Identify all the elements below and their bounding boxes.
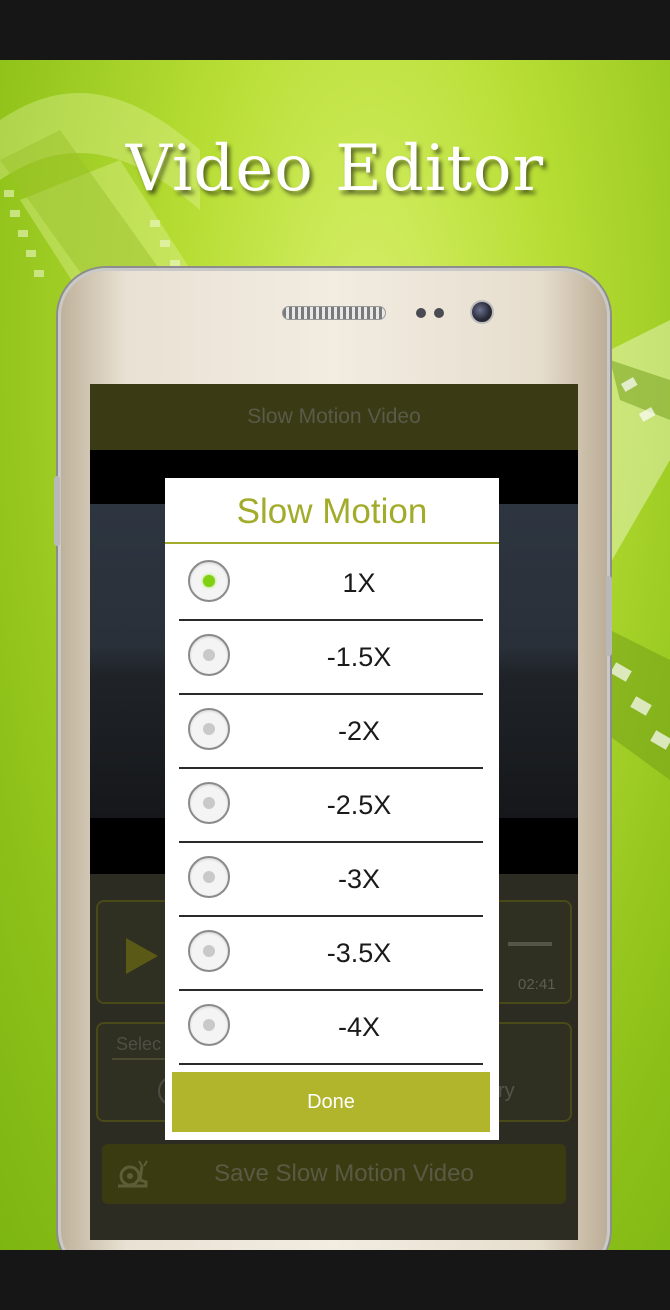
radio-icon[interactable] (188, 856, 230, 898)
radio-icon[interactable] (188, 634, 230, 676)
earpiece-speaker (282, 306, 386, 320)
light-sensor (434, 308, 444, 318)
speed-option-label: -2.5X (326, 790, 392, 820)
radio-icon[interactable] (188, 930, 230, 972)
done-button[interactable]: Done (172, 1072, 490, 1132)
app-header-title: Slow Motion Video (90, 384, 578, 450)
save-slow-motion-button[interactable]: Save Slow Motion Video (102, 1144, 566, 1204)
play-icon[interactable] (126, 938, 158, 974)
speed-option-minus-2-5x[interactable]: -2.5X (179, 768, 483, 843)
speed-option-minus-1-5x[interactable]: -1.5X (179, 620, 483, 695)
radio-icon[interactable] (188, 782, 230, 824)
speed-option-minus-3x[interactable]: -3X (179, 842, 483, 917)
promo-title: Video Editor (125, 132, 545, 206)
speed-option-label: -3X (337, 864, 381, 894)
power-button (606, 576, 612, 656)
select-panel-option-text: ry (498, 1080, 515, 1102)
speed-option-1x[interactable]: 1X (179, 546, 483, 621)
duration-label: 02:41 (518, 976, 556, 993)
speed-option-label: 1X (342, 568, 376, 598)
bottom-black-bar (0, 1250, 670, 1310)
option-divider (179, 1063, 483, 1065)
select-panel-label: Selec (116, 1034, 162, 1054)
speed-option-label: -3.5X (326, 938, 392, 968)
speed-option-minus-3-5x[interactable]: -3.5X (179, 916, 483, 991)
slow-motion-dialog: Slow Motion 1X -1.5X -2X -2.5X -3X -3.5X… (165, 478, 499, 1140)
speed-option-label: -2X (337, 716, 381, 746)
speed-option-minus-2x[interactable]: -2X (179, 694, 483, 769)
dialog-title-divider (165, 542, 499, 544)
radio-icon[interactable] (188, 708, 230, 750)
volume-button (54, 476, 60, 546)
speed-option-label: -1.5X (326, 642, 392, 672)
radio-icon[interactable] (188, 560, 230, 602)
dialog-title: Slow Motion (236, 492, 428, 531)
save-button-label: Save Slow Motion Video (214, 1160, 474, 1187)
radio-icon[interactable] (188, 1004, 230, 1046)
proximity-sensor (416, 308, 426, 318)
speed-option-label: -4X (337, 1012, 381, 1042)
top-black-bar (0, 0, 670, 60)
speed-option-minus-4x[interactable]: -4X (179, 990, 483, 1065)
front-camera-icon (470, 300, 494, 324)
seek-bar[interactable] (508, 942, 552, 946)
